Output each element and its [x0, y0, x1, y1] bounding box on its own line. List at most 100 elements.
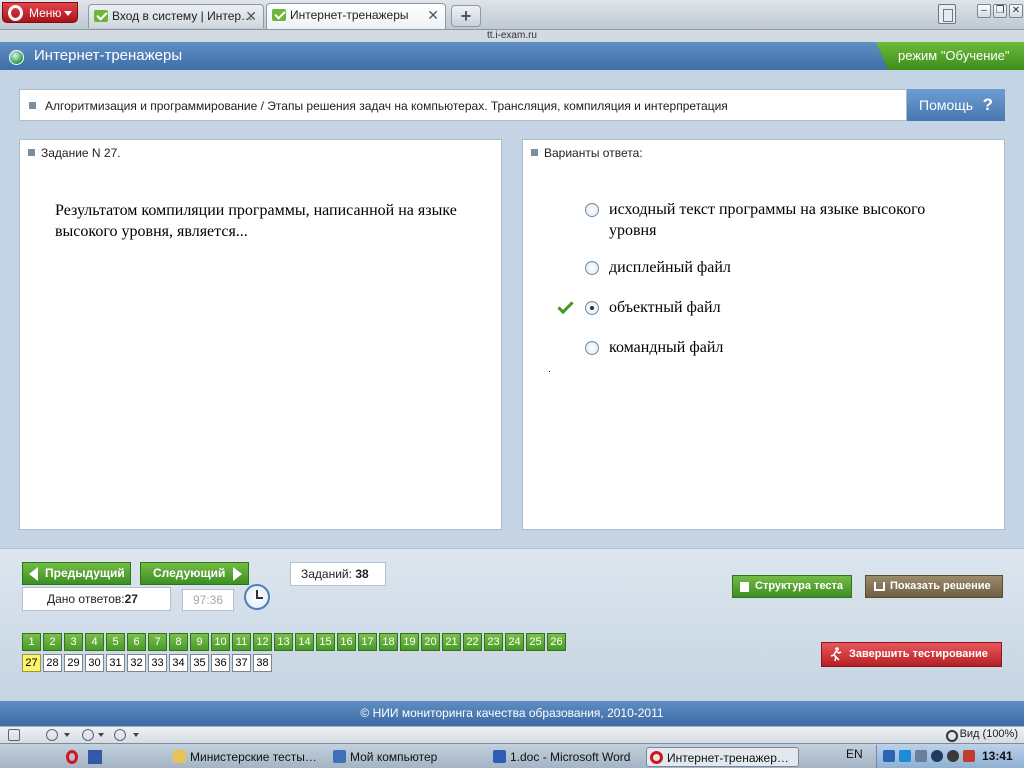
question-number-answered[interactable]: 4: [85, 633, 104, 651]
show-solution-button[interactable]: Показать решение: [865, 575, 1003, 598]
radio-button-selected[interactable]: [585, 301, 599, 315]
network-icon[interactable]: [899, 750, 911, 762]
zoom-level[interactable]: Вид (100%): [944, 728, 1018, 742]
question-number-pending[interactable]: 38: [253, 654, 272, 672]
close-tab-icon[interactable]: ✕: [245, 5, 257, 27]
question-number-answered[interactable]: 1: [22, 633, 41, 651]
question-number-answered[interactable]: 19: [400, 633, 419, 651]
tab-login[interactable]: Вход в систему | Интер… ✕: [88, 4, 264, 28]
question-number-answered[interactable]: 22: [463, 633, 482, 651]
question-number-answered[interactable]: 24: [505, 633, 524, 651]
chevron-down-icon[interactable]: [133, 733, 139, 737]
question-number-pending[interactable]: 34: [169, 654, 188, 672]
question-number-answered[interactable]: 6: [127, 633, 146, 651]
finish-test-button[interactable]: Завершить тестирование: [821, 642, 1002, 667]
address-bar[interactable]: tt.i-exam.ru: [0, 30, 1024, 42]
app-quicklaunch-icon[interactable]: [88, 750, 102, 764]
chevron-down-icon[interactable]: [64, 733, 70, 737]
taskbar-item-my-computer[interactable]: Мой компьютер: [330, 747, 482, 767]
language-indicator[interactable]: EN: [846, 747, 863, 761]
question-number-pending[interactable]: 29: [64, 654, 83, 672]
question-number-answered[interactable]: 9: [190, 633, 209, 651]
list-icon: [740, 582, 749, 592]
close-tab-icon[interactable]: ✕: [427, 4, 439, 26]
question-number-answered[interactable]: 18: [379, 633, 398, 651]
question-number-answered[interactable]: 12: [253, 633, 272, 651]
next-button[interactable]: Следующий: [140, 562, 249, 585]
question-number-pending[interactable]: 36: [211, 654, 230, 672]
stray-dot: [549, 371, 550, 372]
radio-button[interactable]: [585, 341, 599, 355]
question-number-current[interactable]: 27: [22, 654, 41, 672]
restore-icon[interactable]: ❐: [993, 4, 1007, 18]
app-title: Интернет-тренажеры: [34, 47, 183, 64]
question-mark-icon: ?: [982, 95, 993, 114]
question-number-answered[interactable]: 13: [274, 633, 293, 651]
question-number-pending[interactable]: 30: [85, 654, 104, 672]
question-number-pending[interactable]: 33: [148, 654, 167, 672]
chevron-down-icon[interactable]: [98, 733, 104, 737]
chevron-down-icon: [64, 11, 72, 16]
close-window-icon[interactable]: ✕: [1009, 4, 1023, 18]
question-number-answered[interactable]: 20: [421, 633, 440, 651]
help-button[interactable]: Помощь ?: [907, 89, 1005, 121]
question-number-answered[interactable]: 21: [442, 633, 461, 651]
previous-button[interactable]: Предыдущий: [22, 562, 131, 585]
new-tab-button[interactable]: +: [451, 5, 481, 27]
trash-icon[interactable]: [938, 4, 956, 24]
correct-checkmark-icon: [557, 297, 574, 315]
taskbar-item-opera[interactable]: Интернет-тренажер…: [646, 747, 799, 767]
arrow-left-icon: [29, 567, 38, 581]
opera-menu-button[interactable]: Меню: [2, 2, 78, 23]
taskbar-item-word[interactable]: 1.doc - Microsoft Word: [490, 747, 640, 767]
radio-button[interactable]: [585, 203, 599, 217]
panel-toggle-icon[interactable]: [8, 729, 20, 741]
opera-quicklaunch-icon[interactable]: [66, 750, 78, 764]
question-number-answered[interactable]: 11: [232, 633, 251, 651]
answers-panel: Варианты ответа: исходный текст программ…: [522, 139, 1005, 530]
question-number-answered[interactable]: 3: [64, 633, 83, 651]
question-number-answered[interactable]: 10: [211, 633, 230, 651]
question-number-pending[interactable]: 37: [232, 654, 251, 672]
question-number-pending[interactable]: 28: [43, 654, 62, 672]
opera-logo-icon: [8, 5, 23, 21]
turbo-icon[interactable]: [114, 729, 126, 741]
help-label: Помощь: [919, 97, 974, 113]
app-header: Интернет-тренажеры: [0, 42, 1024, 70]
question-number-answered[interactable]: 17: [358, 633, 377, 651]
question-number-pending[interactable]: 31: [106, 654, 125, 672]
tray-app-icon[interactable]: [947, 750, 959, 762]
tray-app-icon[interactable]: [883, 750, 895, 762]
arrow-right-icon: [233, 567, 242, 581]
question-number-answered[interactable]: 14: [295, 633, 314, 651]
sync-icon[interactable]: [46, 729, 58, 741]
question-number-answered[interactable]: 15: [316, 633, 335, 651]
share-icon[interactable]: [82, 729, 94, 741]
taskbar-item-tests[interactable]: Министерские тесты…: [170, 747, 320, 767]
browser-titlebar: Меню Вход в систему | Интер… ✕ Интернет-…: [0, 0, 1024, 30]
clock-icon: [244, 584, 270, 610]
test-structure-label: Структура теста: [755, 580, 844, 592]
question-number-answered[interactable]: 8: [169, 633, 188, 651]
answer-option-label: командный файл: [609, 339, 724, 356]
globe-icon: [9, 50, 24, 65]
tray-app-icon[interactable]: [931, 750, 943, 762]
question-number-answered[interactable]: 2: [43, 633, 62, 651]
question-number-answered[interactable]: 26: [547, 633, 566, 651]
question-number-answered[interactable]: 5: [106, 633, 125, 651]
question-number-answered[interactable]: 23: [484, 633, 503, 651]
tray-app-icon[interactable]: [963, 750, 975, 762]
finish-test-label: Завершить тестирование: [849, 648, 988, 660]
radio-button[interactable]: [585, 261, 599, 275]
minimize-icon[interactable]: –: [977, 4, 991, 18]
question-number-pending[interactable]: 32: [127, 654, 146, 672]
show-desktop-icon[interactable]: [26, 747, 40, 767]
question-number-answered[interactable]: 16: [337, 633, 356, 651]
question-number-answered[interactable]: 7: [148, 633, 167, 651]
opera-menu-label: Меню: [29, 6, 62, 20]
tab-trainers[interactable]: Интернет-тренажеры ✕: [266, 3, 446, 29]
volume-icon[interactable]: [915, 750, 927, 762]
test-structure-button[interactable]: Структура теста: [732, 575, 852, 598]
question-number-pending[interactable]: 35: [190, 654, 209, 672]
question-number-answered[interactable]: 25: [526, 633, 545, 651]
